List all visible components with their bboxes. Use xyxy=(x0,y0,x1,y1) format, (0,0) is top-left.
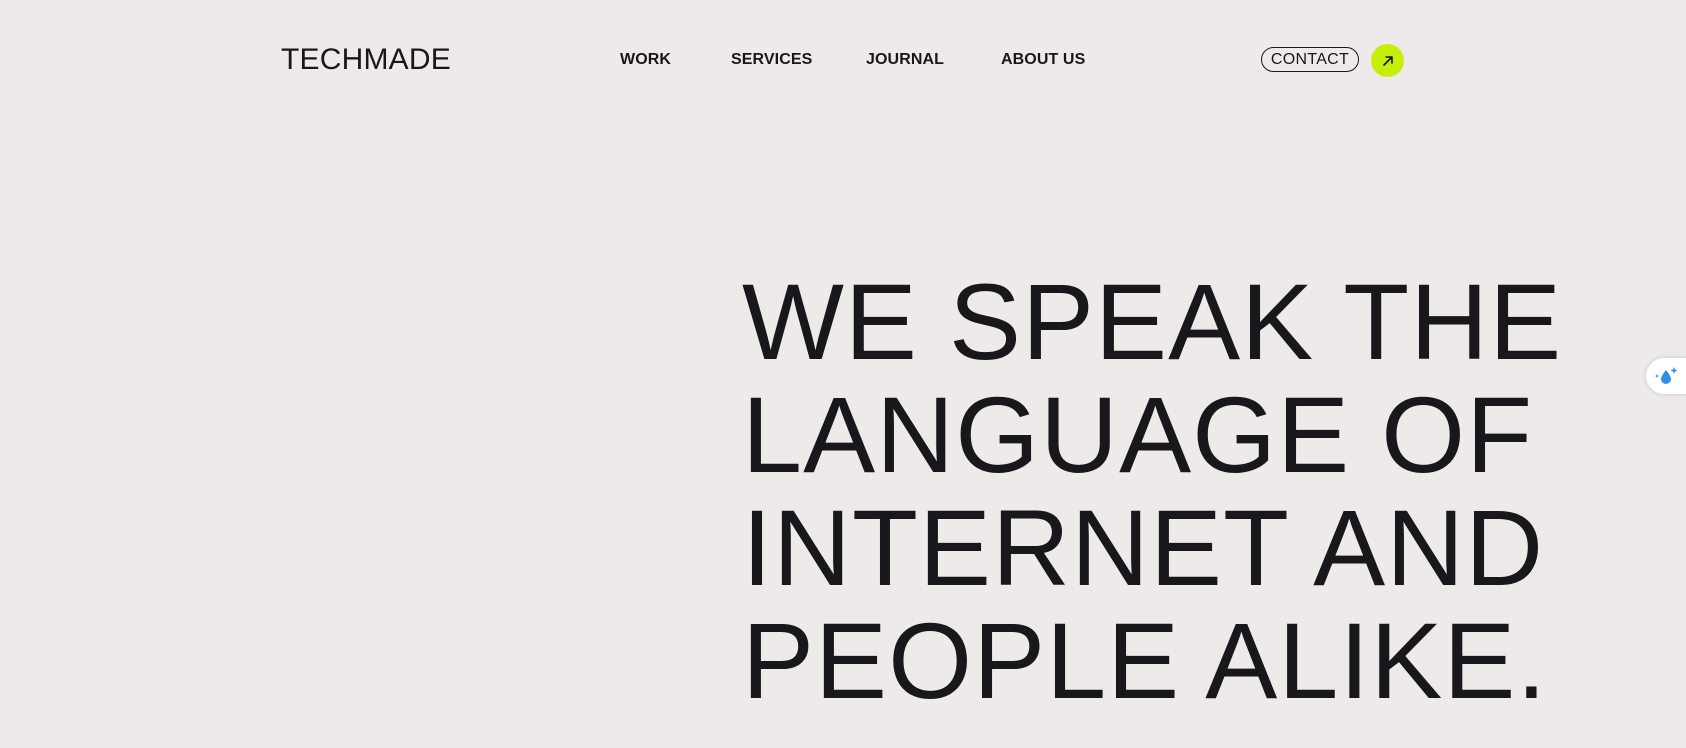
hero-line: LANGUAGE OF xyxy=(742,374,1534,495)
nav-item-work[interactable]: WORK xyxy=(620,48,671,72)
arrow-up-right-icon xyxy=(1382,55,1393,66)
nav-item-journal[interactable]: JOURNAL xyxy=(866,48,944,72)
hero-line: PEOPLE ALIKE. xyxy=(742,600,1548,721)
hero-headline: WE SPEAK THE LANGUAGE OF INTERNET AND PE… xyxy=(742,265,1562,717)
sparkle-drop-icon xyxy=(1655,367,1678,384)
extension-widget-button[interactable] xyxy=(1646,358,1686,394)
site-logo[interactable]: TECHMADE xyxy=(281,40,451,80)
hero-line: WE SPEAK THE xyxy=(742,261,1563,382)
hero-line: INTERNET AND xyxy=(742,487,1545,608)
contact-button[interactable]: CONTACT xyxy=(1261,47,1359,72)
nav-item-about-us[interactable]: ABOUT US xyxy=(1001,48,1085,72)
contact-arrow-button[interactable] xyxy=(1371,44,1404,77)
nav-item-services[interactable]: SERVICES xyxy=(731,48,812,72)
